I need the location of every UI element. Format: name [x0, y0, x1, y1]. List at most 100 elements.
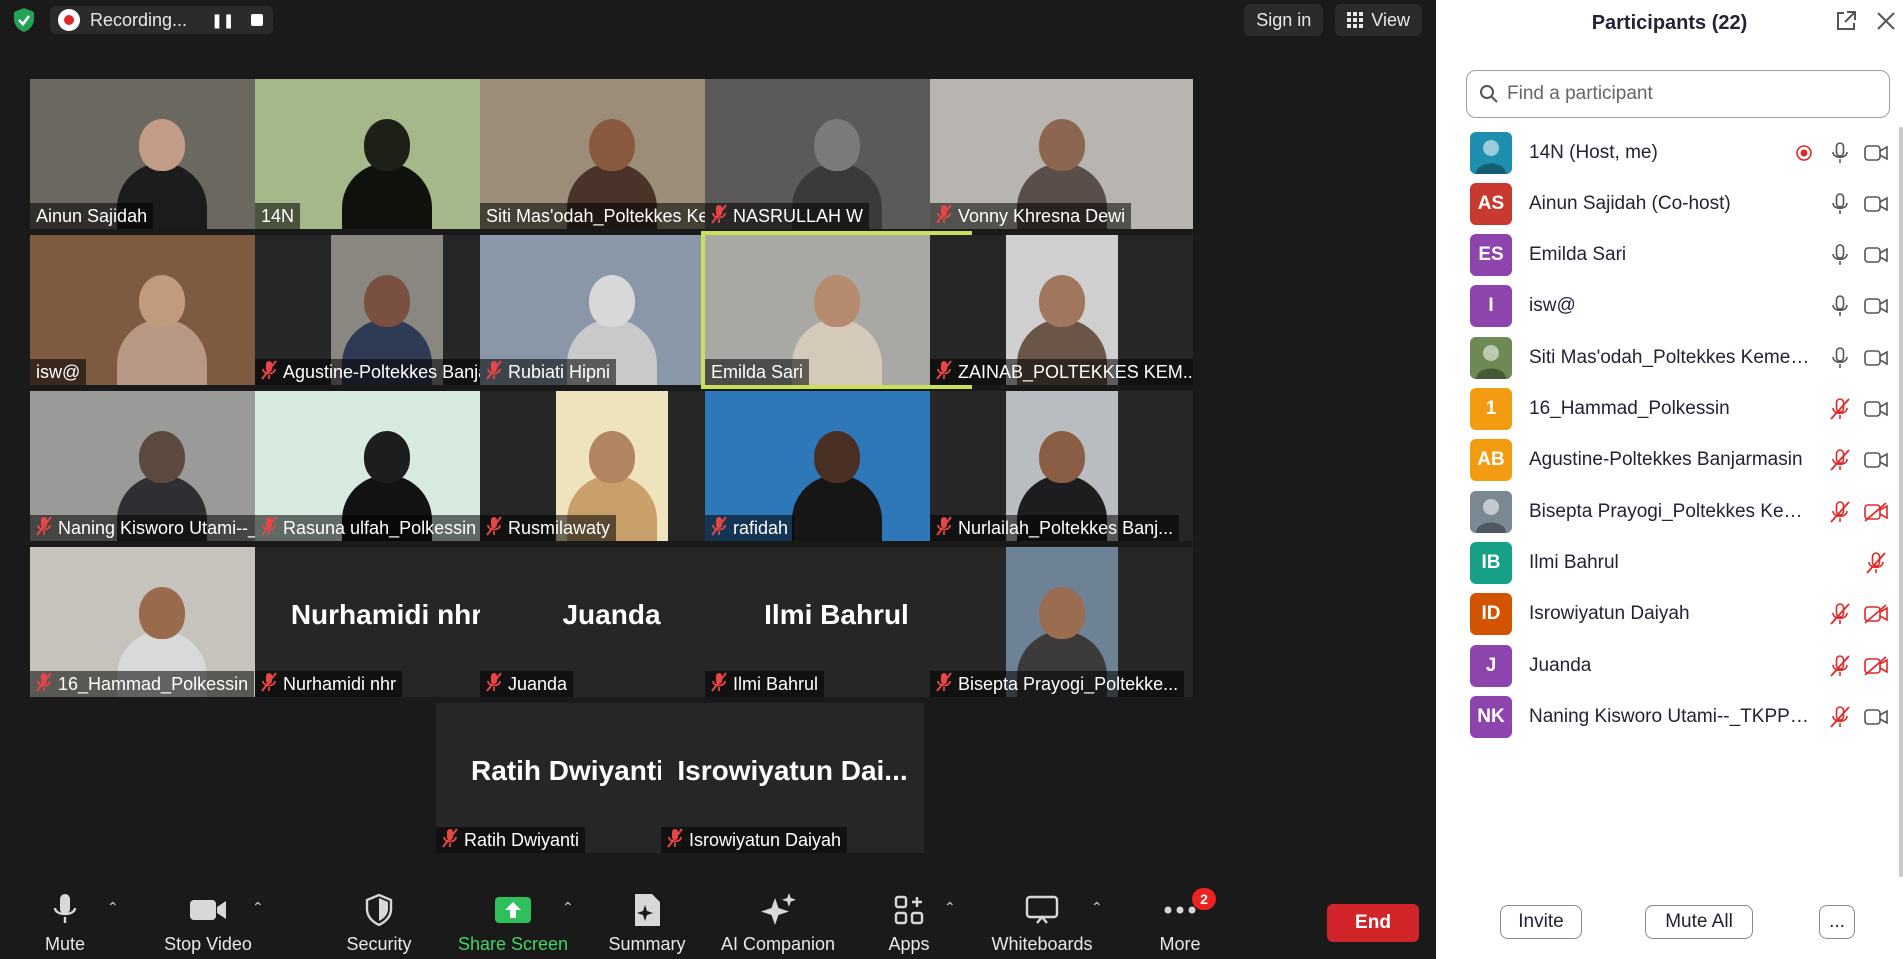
- microphone-icon[interactable]: [1828, 192, 1852, 216]
- mute-button[interactable]: Mute: [40, 885, 90, 959]
- participant-row[interactable]: AS Ainun Sajidah (Co-host): [1436, 178, 1896, 229]
- participant-video-tile[interactable]: ZAINAB_POLTEKKES KEM...: [930, 235, 1193, 385]
- participant-name-tag: ZAINAB_POLTEKKES KEM...: [930, 359, 1193, 385]
- mute-all-button[interactable]: Mute All: [1645, 905, 1753, 939]
- microphone-muted-icon[interactable]: [1864, 551, 1888, 575]
- participant-video-tile[interactable]: Bisepta Prayogi_Poltekke...: [930, 547, 1193, 697]
- participant-video-tile[interactable]: Naning Kisworo Utami--_...: [30, 391, 293, 541]
- microphone-muted-icon[interactable]: [1828, 602, 1852, 626]
- participant-list-name: Ainun Sajidah (Co-host): [1529, 192, 1731, 214]
- participant-row[interactable]: ES Emilda Sari: [1436, 230, 1896, 281]
- invite-button[interactable]: Invite: [1500, 905, 1582, 939]
- more-options-button[interactable]: ...: [1819, 905, 1855, 939]
- video-camera-off-icon[interactable]: [1864, 602, 1888, 626]
- avatar: ES: [1470, 234, 1512, 277]
- participant-row[interactable]: Bisepta Prayogi_Poltekkes Kem...: [1436, 486, 1896, 537]
- participant-row[interactable]: Siti Mas'odah_Poltekkes Kemen...: [1436, 332, 1896, 383]
- video-camera-icon[interactable]: [1864, 705, 1888, 729]
- participant-video-tile[interactable]: 16_Hammad_Polkessin: [30, 547, 293, 697]
- participant-video-tile[interactable]: Ainun Sajidah: [30, 79, 293, 229]
- microphone-muted-icon[interactable]: [1828, 705, 1852, 729]
- end-meeting-button[interactable]: End: [1327, 904, 1419, 942]
- participant-list-name: isw@: [1529, 295, 1576, 317]
- participant-video-tile[interactable]: Vonny Khresna Dewi: [930, 79, 1193, 229]
- microphone-muted-icon[interactable]: [1828, 654, 1852, 678]
- whiteboards-button[interactable]: Whiteboards: [988, 885, 1096, 959]
- video-camera-icon[interactable]: [1864, 346, 1888, 370]
- pop-out-icon[interactable]: [1835, 10, 1857, 32]
- participant-row[interactable]: ID Isrowiyatun Daiyah: [1436, 589, 1896, 640]
- video-camera-icon[interactable]: [1864, 192, 1888, 216]
- stop-recording-icon[interactable]: [250, 14, 263, 26]
- apps-options-chevron-icon[interactable]: ⌃: [944, 899, 956, 916]
- microphone-muted-icon[interactable]: [1828, 397, 1852, 421]
- more-options-label: ...: [1829, 911, 1845, 932]
- participant-video-tile[interactable]: Ilmi Bahrul Ilmi Bahrul: [705, 547, 968, 697]
- participant-video-tile[interactable]: Nurhamidi nhr Nurhamidi nhr: [255, 547, 518, 697]
- video-camera-off-icon[interactable]: [1864, 500, 1888, 524]
- video-camera-icon[interactable]: [1864, 243, 1888, 267]
- microphone-muted-icon[interactable]: [1828, 500, 1852, 524]
- stop-video-button[interactable]: Stop Video: [157, 885, 259, 959]
- participant-status-icons: [1828, 602, 1888, 626]
- microphone-icon[interactable]: [1828, 141, 1852, 165]
- microphone-icon[interactable]: [1828, 346, 1852, 370]
- participant-search[interactable]: [1466, 70, 1890, 118]
- video-camera-icon[interactable]: [1864, 448, 1888, 472]
- participant-video-tile[interactable]: Rusmilawaty: [480, 391, 743, 541]
- participant-list-name: Juanda: [1529, 654, 1592, 676]
- video-camera-icon[interactable]: [1864, 397, 1888, 421]
- participant-name-tag: Emilda Sari: [705, 359, 810, 385]
- participant-video-tile[interactable]: Rubiati Hipni: [480, 235, 743, 385]
- participant-name-tag: Nurlailah_Poltekkes Banj...: [930, 515, 1180, 541]
- participant-row[interactable]: AB Agustine-Poltekkes Banjarmasin: [1436, 435, 1896, 486]
- view-button[interactable]: View: [1335, 4, 1422, 36]
- video-camera-icon[interactable]: [1864, 294, 1888, 318]
- participant-video-tile[interactable]: NASRULLAH W: [705, 79, 968, 229]
- participant-video-tile[interactable]: Emilda Sari: [701, 231, 972, 389]
- microphone-muted-icon[interactable]: [1828, 448, 1852, 472]
- participant-row[interactable]: 14N (Host, me): [1436, 127, 1896, 178]
- video-camera-off-icon[interactable]: [1864, 654, 1888, 678]
- participants-panel: Participants (22) 14N (Host, me) AS Ainun …: [1436, 0, 1903, 959]
- participant-row[interactable]: J Juanda: [1436, 640, 1896, 691]
- participant-name-tag: Nurhamidi nhr: [255, 671, 403, 697]
- share-options-chevron-icon[interactable]: ⌃: [562, 899, 574, 916]
- pause-recording-icon[interactable]: ❚❚: [211, 12, 234, 29]
- summary-button[interactable]: Summary: [606, 885, 688, 959]
- participant-row[interactable]: 1 16_Hammad_Polkessin: [1436, 384, 1896, 435]
- search-icon: [1480, 85, 1498, 103]
- sign-in-button[interactable]: Sign in: [1244, 4, 1324, 36]
- participant-video-tile[interactable]: isw@: [30, 235, 293, 385]
- video-camera-icon[interactable]: [1864, 141, 1888, 165]
- close-icon[interactable]: [1875, 10, 1897, 32]
- participant-video-tile[interactable]: 14N: [255, 79, 518, 229]
- ai-companion-button[interactable]: AI Companion: [718, 885, 838, 959]
- participant-video-tile[interactable]: Siti Mas'odah_Poltekkes Kem...: [480, 79, 743, 229]
- video-options-chevron-icon[interactable]: ⌃: [252, 899, 264, 916]
- participant-row[interactable]: Iisw@: [1436, 281, 1896, 332]
- participant-display-name: Isrowiyatun Dai...: [677, 755, 908, 786]
- participant-video-tile[interactable]: rafidah: [705, 391, 968, 541]
- share-screen-button[interactable]: Share Screen: [458, 885, 568, 959]
- participant-row[interactable]: NK Naning Kisworo Utami--_TKPP_...: [1436, 691, 1896, 742]
- search-input[interactable]: [1507, 83, 1867, 105]
- participant-video-tile[interactable]: Rasuna ulfah_Polkessin: [255, 391, 518, 541]
- participant-video-tile[interactable]: Nurlailah_Poltekkes Banj...: [930, 391, 1193, 541]
- apps-button[interactable]: Apps: [884, 885, 934, 959]
- whiteboards-options-chevron-icon[interactable]: ⌃: [1091, 899, 1103, 916]
- participant-display-name: Ratih Dwiyanti: [471, 755, 664, 786]
- security-button[interactable]: Security: [343, 885, 415, 959]
- participant-video-tile[interactable]: Ratih Dwiyanti Ratih Dwiyanti: [436, 703, 699, 853]
- participant-list-scrollbar[interactable]: [1899, 127, 1903, 877]
- participant-video-tile[interactable]: Isrowiyatun Dai... Isrowiyatun Daiyah: [661, 703, 924, 853]
- audio-options-chevron-icon[interactable]: ⌃: [107, 899, 119, 916]
- participant-video-tile[interactable]: Agustine-Poltekkes Banja...: [255, 235, 518, 385]
- more-button[interactable]: More 2: [1154, 885, 1216, 959]
- participant-video-tile[interactable]: Juanda Juanda: [480, 547, 743, 697]
- encryption-shield-icon[interactable]: [10, 6, 38, 34]
- microphone-icon[interactable]: [1828, 294, 1852, 318]
- participant-row[interactable]: IB Ilmi Bahrul: [1436, 537, 1896, 588]
- participant-name: Isrowiyatun Daiyah: [689, 829, 842, 850]
- microphone-icon[interactable]: [1828, 243, 1852, 267]
